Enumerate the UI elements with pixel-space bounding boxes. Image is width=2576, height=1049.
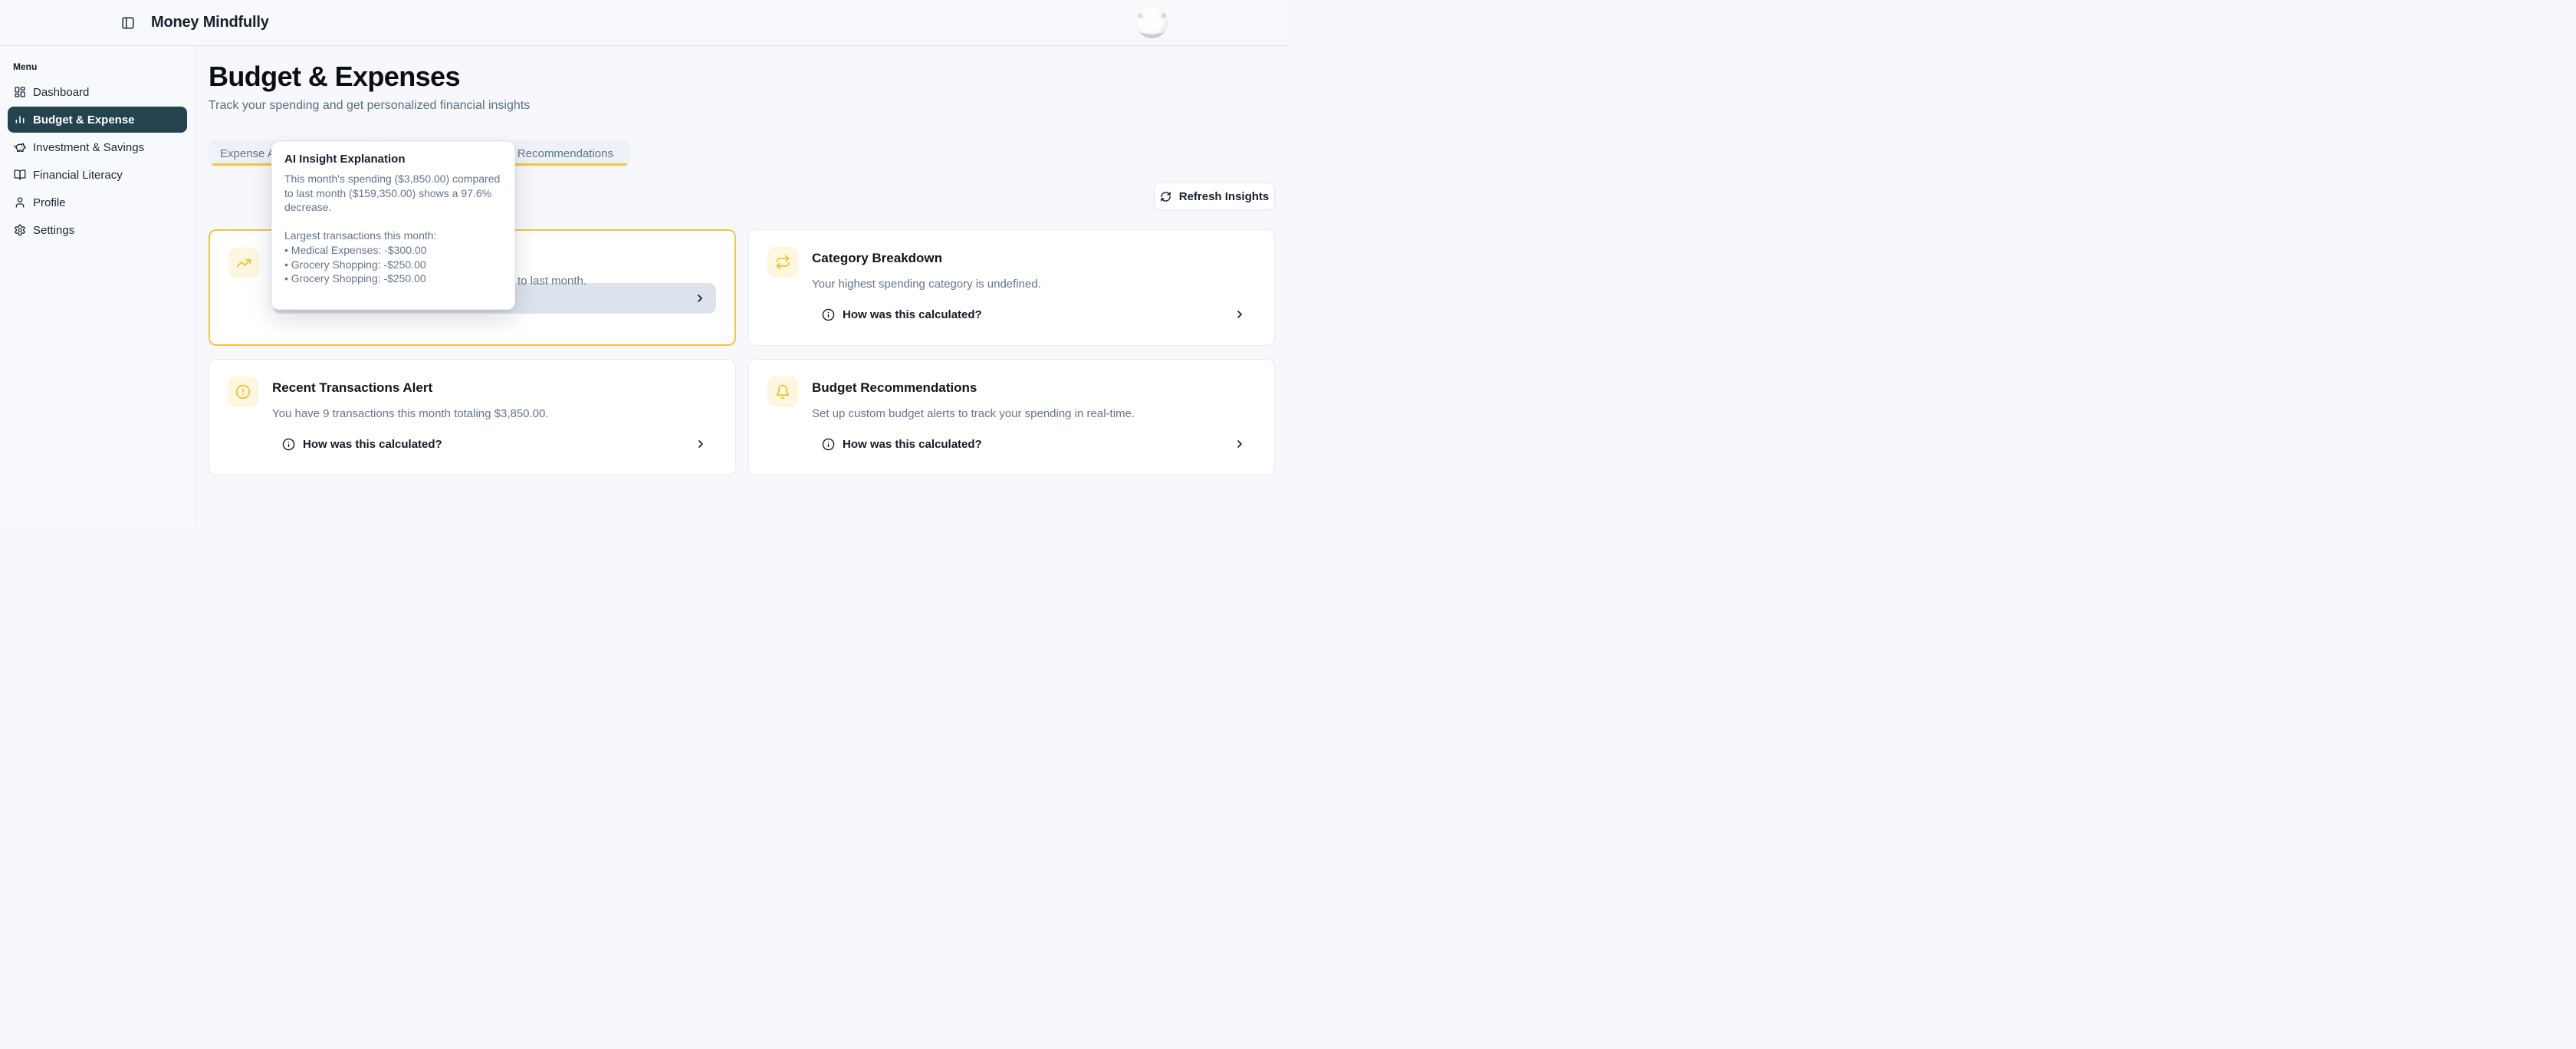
info-icon (822, 438, 835, 451)
sidebar-item-label: Budget & Expense (33, 113, 135, 127)
insight-card-budget-recommendations: Budget Recommendations Set up custom bud… (748, 359, 1275, 475)
chevron-right-icon (1234, 308, 1246, 321)
app-title: Money Mindfully (151, 14, 269, 31)
gear-icon (14, 224, 26, 236)
card-title: Category Breakdown (812, 250, 1256, 267)
piggy-bank-icon (14, 141, 26, 153)
sidebar-section-label: Menu (13, 61, 195, 72)
icon-tile (767, 247, 798, 278)
how-calculated-label: How was this calculated? (843, 438, 982, 451)
sidebar-item-label: Settings (33, 224, 74, 237)
page-subtitle: Track your spending and get personalized… (209, 98, 1275, 113)
refresh-icon (1160, 191, 1171, 202)
sidebar-item-label: Financial Literacy (33, 169, 123, 182)
how-calculated-button[interactable]: How was this calculated? (812, 299, 1256, 330)
card-title: Recent Transactions Alert (272, 380, 717, 396)
sidebar-item-investment-savings[interactable]: Investment & Savings (8, 134, 187, 160)
repeat-icon (775, 255, 790, 270)
insight-card-category-breakdown: Category Breakdown Your highest spending… (748, 229, 1275, 346)
insight-card-recent-transactions: Recent Transactions Alert You have 9 tra… (209, 359, 736, 475)
card-description-fragment: to last month. (518, 274, 586, 289)
refresh-insights-label: Refresh Insights (1179, 190, 1270, 203)
info-icon (282, 438, 295, 451)
open-book-icon (14, 169, 26, 181)
bell-icon (775, 384, 790, 400)
icon-tile (228, 377, 258, 407)
bar-chart-icon (14, 113, 26, 126)
refresh-insights-button[interactable]: Refresh Insights (1154, 183, 1275, 210)
how-calculated-button[interactable]: How was this calculated? (272, 429, 717, 459)
ai-insight-tooltip: AI Insight Explanation This month's spen… (271, 141, 515, 310)
sidebar-item-profile[interactable]: Profile (8, 189, 187, 215)
card-title: Budget Recommendations (812, 380, 1256, 396)
sidebar-item-label: Investment & Savings (33, 141, 144, 154)
sidebar-item-financial-literacy[interactable]: Financial Literacy (8, 162, 187, 188)
sidebar-toggle-button[interactable] (121, 16, 135, 30)
user-icon (14, 196, 26, 209)
trending-up-icon (236, 255, 251, 271)
chevron-right-icon (694, 292, 706, 304)
sidebar-item-settings[interactable]: Settings (8, 217, 187, 243)
sidebar-nav: Dashboard Budget & Expense Investment & … (0, 79, 195, 243)
dashboard-icon (14, 86, 26, 98)
card-description: Your highest spending category is undefi… (812, 277, 1256, 292)
how-calculated-label: How was this calculated? (843, 308, 982, 321)
sidebar-item-budget-expense[interactable]: Budget & Expense (8, 107, 187, 133)
chevron-right-icon (695, 438, 707, 450)
sidebar-item-dashboard[interactable]: Dashboard (8, 79, 187, 105)
tooltip-body: This month's spending ($3,850.00) compar… (284, 172, 502, 286)
how-calculated-label: How was this calculated? (303, 438, 442, 451)
page-title: Budget & Expenses (209, 60, 1275, 94)
tooltip-title: AI Insight Explanation (284, 153, 502, 166)
icon-tile (228, 248, 259, 278)
panel-left-icon (121, 16, 135, 30)
alert-circle-icon (235, 384, 251, 400)
icon-tile (767, 377, 798, 407)
avatar[interactable] (1136, 7, 1168, 38)
main-content: Budget & Expenses Track your spending an… (196, 46, 1288, 524)
sidebar-item-label: Dashboard (33, 86, 89, 99)
card-description: You have 9 transactions this month total… (272, 406, 717, 422)
how-calculated-button[interactable]: How was this calculated? (812, 429, 1256, 459)
sidebar-item-label: Profile (33, 196, 66, 209)
app-header: Money Mindfully (0, 0, 1288, 46)
info-icon (822, 308, 835, 321)
card-description: Set up custom budget alerts to track you… (812, 406, 1256, 422)
sidebar: Menu Dashboard Budget & Expense Investme… (0, 46, 196, 524)
chevron-right-icon (1234, 438, 1246, 450)
